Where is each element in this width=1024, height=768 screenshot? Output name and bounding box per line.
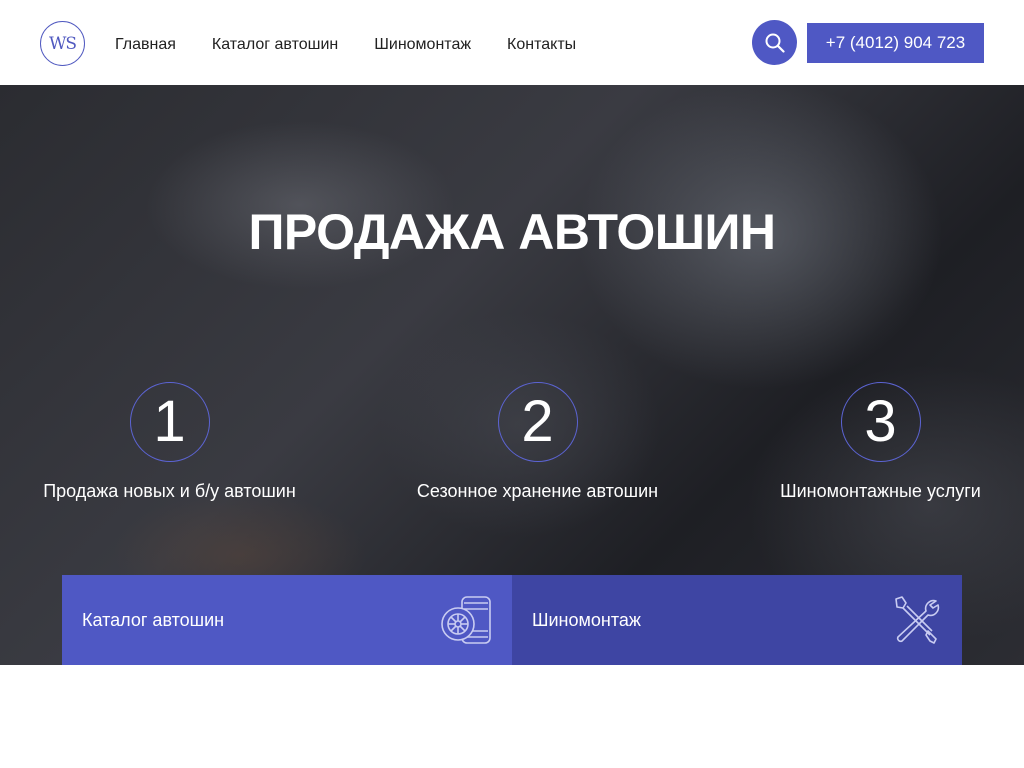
hero-banner: ПРОДАЖА АВТОШИН 1 Продажа новых и б/у ав… [0,85,1024,665]
feature-number: 3 [840,382,921,462]
feature-label: Шиномонтажные услуги [780,481,981,501]
nav-item-contacts[interactable]: Контакты [507,36,576,54]
site-header: WS Главная Каталог автошин Шиномонтаж Ко… [0,0,1024,85]
catalog-tile[interactable]: Каталог автошин [62,575,512,665]
search-icon [765,33,785,53]
nav-item-catalog[interactable]: Каталог автошин [212,36,338,54]
feature-storage: 2 Сезонное хранение автошин [416,382,659,502]
feature-number: 2 [497,382,578,462]
main-nav: Главная Каталог автошин Шиномонтаж Конта… [115,36,612,54]
tile-label: Каталог автошин [82,609,225,630]
nav-item-home[interactable]: Главная [115,36,176,54]
phone-button[interactable]: +7 (4012) 904 723 [807,23,984,63]
feature-sale: 1 Продажа новых и б/у автошин [40,382,299,502]
page-title: ПРОДАЖА АВТОШИН [248,204,776,260]
feature-label: Продажа новых и б/у автошин [43,481,296,501]
feature-tire-service: 3 Шиномонтажные услуги [777,382,984,502]
wrench-screwdriver-icon [895,596,940,644]
service-tiles: Каталог автошин Шиномонтаж [62,575,962,665]
tires-icon [441,596,491,644]
search-button[interactable] [752,20,797,65]
logo-text: WS [48,33,77,54]
feature-label: Сезонное хранение автошин [416,481,659,501]
nav-item-tire-service[interactable]: Шиномонтаж [374,36,471,54]
tire-service-tile[interactable]: Шиномонтаж [512,575,962,665]
tile-label: Шиномонтаж [532,609,641,630]
logo[interactable]: WS [40,21,85,66]
feature-number: 1 [129,382,210,462]
